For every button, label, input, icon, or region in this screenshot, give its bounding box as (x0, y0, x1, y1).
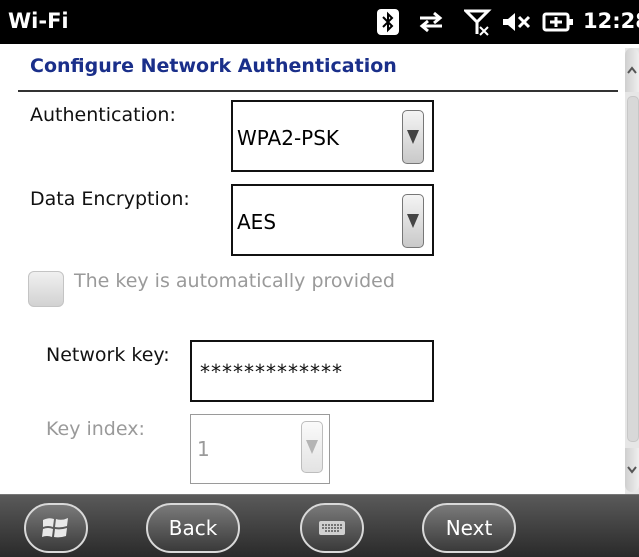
next-button[interactable]: Next (422, 503, 516, 553)
keyboard-icon (319, 521, 345, 535)
data-encryption-dropdown[interactable]: AES (231, 184, 434, 256)
page-title: Configure Network Authentication (30, 55, 397, 77)
data-encryption-label: Data Encryption: (30, 188, 190, 210)
data-encryption-value: AES (237, 210, 277, 234)
bottom-softkey-bar: Back Next (0, 494, 639, 557)
clock[interactable]: 12:28 (583, 9, 639, 33)
key-index-value: 1 (197, 437, 210, 461)
start-button[interactable] (24, 503, 88, 553)
authentication-dropdown-arrow-icon[interactable] (402, 110, 424, 164)
chevron-down-icon (627, 466, 637, 474)
network-key-value: ************* (200, 360, 343, 384)
signal-off-icon[interactable] (464, 8, 492, 36)
status-title: Wi-Fi (8, 9, 69, 33)
keyboard-button[interactable] (300, 503, 364, 553)
back-label: Back (168, 516, 218, 540)
network-key-label: Network key: (46, 344, 170, 366)
scrollbar-thumb[interactable] (627, 96, 639, 442)
status-bar: Wi-Fi 12:28 (0, 0, 639, 44)
next-label: Next (445, 516, 493, 540)
chevron-up-icon (627, 66, 637, 74)
network-key-input[interactable]: ************* (190, 340, 434, 402)
key-index-dropdown[interactable]: 1 (190, 414, 330, 484)
bluetooth-icon[interactable] (376, 8, 400, 36)
scroll-up-button[interactable] (625, 48, 639, 92)
key-index-label: Key index: (46, 418, 145, 440)
page-header: Configure Network Authentication (0, 44, 639, 88)
authentication-value: WPA2-PSK (237, 126, 340, 150)
authentication-dropdown[interactable]: WPA2-PSK (231, 100, 434, 172)
scroll-down-button[interactable] (625, 448, 639, 492)
battery-icon[interactable] (540, 8, 576, 36)
header-divider (18, 90, 618, 92)
data-sync-icon[interactable] (414, 8, 448, 36)
windows-logo-icon (42, 518, 68, 538)
authentication-label: Authentication: (30, 104, 176, 126)
auto-key-checkbox[interactable] (28, 271, 64, 307)
volume-mute-icon[interactable] (500, 8, 534, 36)
back-button[interactable]: Back (146, 503, 240, 553)
key-index-dropdown-arrow-icon[interactable] (301, 421, 323, 473)
auto-key-label: The key is automatically provided (74, 270, 395, 292)
data-encryption-dropdown-arrow-icon[interactable] (402, 194, 424, 248)
